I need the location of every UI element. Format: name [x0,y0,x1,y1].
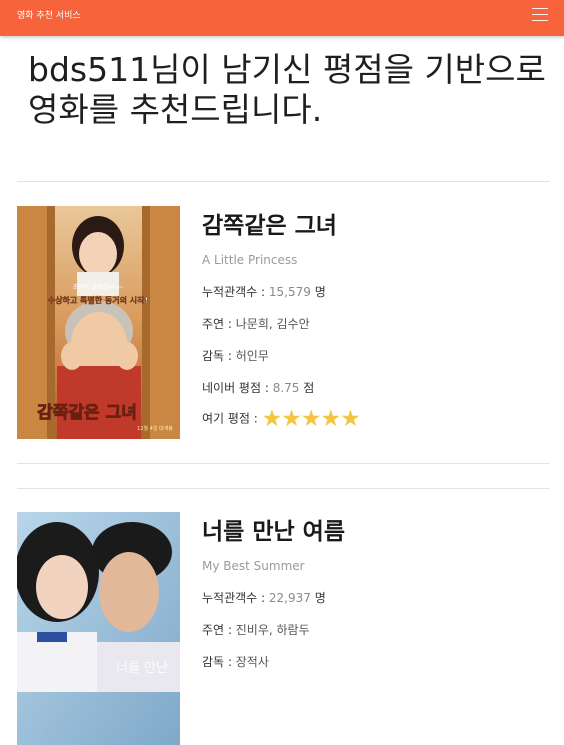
cast-label: 주연 : [202,623,236,637]
cast-row: 주연 : 진비우, 하람두 [202,621,310,638]
audience-label: 누적관객수 : [202,591,269,605]
movie-poster[interactable]: 너를 만난 [17,512,180,745]
movie-title[interactable]: 감쪽같은 그녀 [202,206,337,240]
audience-row: 누적관객수 : 15,579 명 [202,283,326,300]
naver-rating-row: 네이버 평점 : 8.75 점 [202,379,314,396]
hamburger-line [532,20,548,21]
navbar: 영화 추천 서비스 [0,0,564,36]
divider [17,463,550,464]
movie-card: 너를 만난 너를 만난 여름 My Best Summer 누적관객수 : 22… [17,512,550,745]
divider [17,488,550,489]
movie-title[interactable]: 너를 만난 여름 [202,512,345,546]
poster-title: 너를 만난 [116,661,168,676]
director-label: 감독 : [202,655,236,669]
naver-rating-label: 네이버 평점 : [202,381,273,395]
movie-original-title: My Best Summer [202,559,305,573]
brand-link[interactable]: 영화 추천 서비스 [17,8,81,21]
director-value: 허인무 [235,349,269,363]
naver-rating-unit: 점 [299,381,315,395]
movie-card: 초면에 실례합니다~ 수상하고 특별한 동거의 시작! 감쪽같은 그녀 12월 … [17,206,550,439]
site-rating-label: 여기 평점 : [202,411,262,426]
hamburger-line [532,8,548,9]
poster-tagline: 수상하고 특별한 동거의 시작! [48,295,148,305]
divider [17,181,550,182]
hamburger-line [532,14,548,15]
cast-value: 나문희, 김수안 [235,317,310,331]
audience-value: 22,937 [268,591,311,605]
poster-title: 감쪽같은 그녀 [37,403,137,423]
movie-poster[interactable]: 초면에 실례합니다~ 수상하고 특별한 동거의 시작! 감쪽같은 그녀 12월 … [17,206,180,439]
cast-row: 주연 : 나문희, 김수안 [202,315,310,332]
audience-value: 15,579 [268,285,311,299]
movie-original-title: A Little Princess [202,253,298,267]
audience-row: 누적관객수 : 22,937 명 [202,589,326,606]
audience-unit: 명 [310,591,326,605]
audience-label: 누적관객수 : [202,285,269,299]
director-row: 감독 : 허인무 [202,347,269,364]
cast-label: 주연 : [202,317,236,331]
naver-rating-value: 8.75 [272,381,300,395]
director-value: 장적사 [235,655,269,669]
page-title: bds511님이 남기신 평점을 기반으로 영화를 추천드립니다. [28,50,546,129]
cast-value: 진비우, 하람두 [235,623,310,637]
hamburger-menu-icon[interactable] [532,8,548,22]
director-label: 감독 : [202,349,236,363]
site-rating-row: 여기 평점 : ★★★★★ [202,408,361,431]
star-rating-icon[interactable]: ★★★★★ [262,408,361,431]
poster-small-text: 초면에 실례합니다~ [72,283,123,291]
audience-unit: 명 [310,285,326,299]
poster-date: 12월 4일 대개봉 [137,425,173,432]
director-row: 감독 : 장적사 [202,653,269,670]
